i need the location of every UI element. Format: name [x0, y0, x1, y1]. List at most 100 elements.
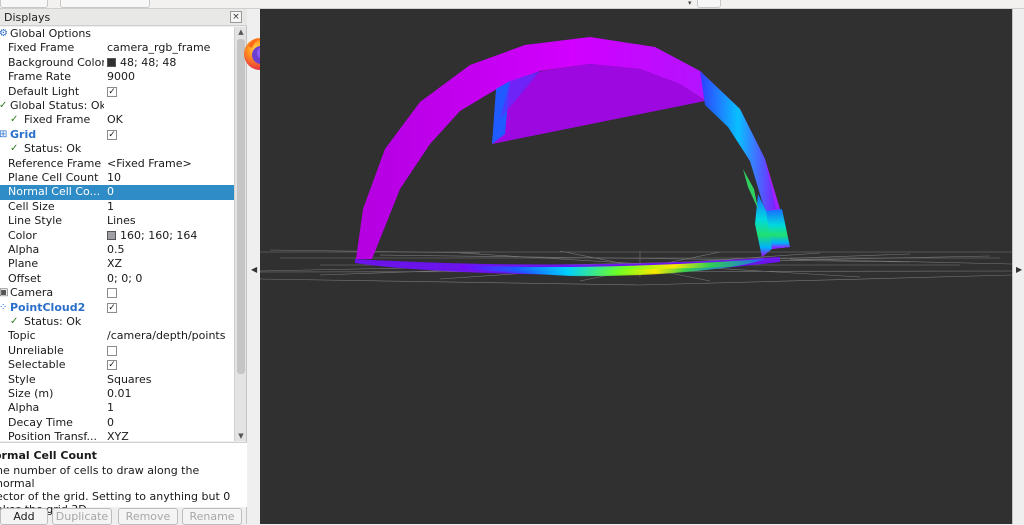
- toolbar-dropdown[interactable]: [697, 0, 721, 8]
- tree-key: Background Color: [8, 55, 104, 69]
- tree-value[interactable]: 10: [107, 171, 121, 185]
- tree-row[interactable]: ✓ Fixed Frame OK: [0, 113, 234, 127]
- tree-key: Default Light: [8, 84, 80, 98]
- tree-row[interactable]: Style Squares: [0, 373, 234, 387]
- tree-row[interactable]: ✓ Status: Ok: [0, 142, 234, 156]
- right-panel-edge: ▶: [1012, 9, 1024, 524]
- tree-value[interactable]: camera_rgb_frame: [107, 41, 210, 55]
- tree-key: PointCloud2: [10, 300, 86, 314]
- tree-value-text: 0; 0; 0: [107, 271, 143, 285]
- tree-key: Global Options: [10, 27, 92, 40]
- tree-row[interactable]: ⊞ Grid ✓: [0, 128, 234, 142]
- tree-value[interactable]: Squares: [107, 373, 151, 387]
- tree-value[interactable]: OK: [107, 113, 123, 127]
- tree-row[interactable]: Background Color 48; 48; 48: [0, 56, 234, 70]
- tree-value-text: 1: [107, 199, 114, 213]
- tree-row[interactable]: Offset 0; 0; 0: [0, 272, 234, 286]
- tree-value[interactable]: /camera/depth/points: [107, 329, 225, 343]
- tree-key: Unreliable: [8, 343, 64, 357]
- tree-key: Normal Cell Co...: [8, 185, 101, 199]
- help-panel: ormal Cell Count he number of cells to d…: [0, 442, 247, 516]
- tree-value-text: XZ: [107, 257, 123, 271]
- checkbox[interactable]: [107, 345, 117, 356]
- tree-row[interactable]: Alpha 0.5: [0, 243, 234, 257]
- close-icon[interactable]: ×: [230, 11, 242, 23]
- tree-key: Reference Frame: [8, 156, 102, 170]
- scrollbar-thumb[interactable]: [237, 39, 245, 374]
- tree-row[interactable]: Alpha 1: [0, 401, 234, 415]
- tree-row[interactable]: Position Transf... XYZ: [0, 430, 234, 441]
- toolbar-button[interactable]: [60, 0, 150, 8]
- tree-row[interactable]: Topic/camera/depth/points: [0, 329, 234, 343]
- panel-header: Displays ×: [0, 9, 247, 26]
- tree-value-text: /camera/depth/points: [107, 329, 226, 343]
- expand-right-panel-icon[interactable]: ▶: [1016, 265, 1022, 274]
- toolbar-button[interactable]: [0, 0, 48, 8]
- tree-row[interactable]: Unreliable: [0, 344, 234, 358]
- grid-icon: ⊞: [0, 128, 8, 140]
- checkbox[interactable]: ✓: [107, 360, 117, 371]
- checkbox[interactable]: ✓: [107, 86, 117, 97]
- tree-value[interactable]: 0; 0; 0: [107, 272, 142, 286]
- tree-row[interactable]: ✓ Status: Ok: [0, 315, 234, 329]
- tree-row[interactable]: Fixed Frame camera_rgb_frame: [0, 41, 234, 55]
- tree-value[interactable]: 0: [107, 416, 114, 430]
- collapse-left-panel-icon[interactable]: ◀: [251, 265, 257, 274]
- checkbox[interactable]: [107, 288, 117, 299]
- tree-row[interactable]: ✓ Global Status: Ok: [0, 99, 234, 113]
- tree-row[interactable]: Normal Cell Co... 0: [0, 185, 234, 200]
- add-button[interactable]: Add: [0, 508, 48, 525]
- tree-row[interactable]: Cell Size 1: [0, 200, 234, 214]
- tree-row[interactable]: Size (m) 0.01: [0, 387, 234, 401]
- tree-row[interactable]: Frame Rate 9000: [0, 70, 234, 84]
- tree-row[interactable]: ⁘PointCloud2 ✓: [0, 301, 234, 315]
- tree-row[interactable]: Color 160; 160; 164: [0, 229, 234, 243]
- tree-row[interactable]: Selectable ✓: [0, 358, 234, 372]
- tree-value[interactable]: 1: [107, 401, 114, 415]
- tree-value[interactable]: 9000: [107, 70, 135, 84]
- tree-row[interactable]: Plane Cell Count 10: [0, 171, 234, 185]
- tree-row[interactable]: ▣ Camera: [0, 286, 234, 300]
- tree-row[interactable]: ⚙ Global Options: [0, 27, 234, 41]
- tree-value[interactable]: 0.01: [107, 387, 132, 401]
- tree-row[interactable]: Reference Frame <Fixed Frame>: [0, 157, 234, 171]
- checkbox[interactable]: ✓: [107, 129, 117, 140]
- checkmark-icon: ✓: [10, 316, 19, 327]
- rename-button[interactable]: Rename: [182, 508, 242, 525]
- panel-title: Displays: [4, 11, 51, 24]
- tree-key: Line Style: [8, 214, 63, 228]
- tree-value[interactable]: 160; 160; 164: [107, 229, 197, 243]
- tree-value[interactable]: 1: [107, 200, 114, 214]
- tree-value-text: XYZ: [107, 430, 129, 441]
- remove-button[interactable]: Remove: [118, 508, 178, 525]
- tree-value[interactable]: 48; 48; 48: [107, 56, 176, 70]
- top-toolbar: ▾: [0, 0, 1024, 9]
- tree-row[interactable]: Decay Time 0: [0, 416, 234, 430]
- tree-value-text: camera_rgb_frame: [107, 41, 211, 55]
- property-tree[interactable]: ⚙ Global Options Fixed Frame camera_rgb_fra…: [0, 27, 234, 441]
- tree-row[interactable]: Default Light ✓: [0, 85, 234, 99]
- tree-value[interactable]: <Fixed Frame>: [107, 157, 192, 171]
- tree-value-text: Lines: [107, 214, 136, 228]
- tree-row[interactable]: Plane XZ: [0, 257, 234, 271]
- scroll-down-icon[interactable]: ▼: [235, 431, 247, 441]
- tree-key: Global Status: Ok: [10, 99, 104, 112]
- viewport-scene[interactable]: [260, 9, 1012, 524]
- tree-value[interactable]: XYZ: [107, 430, 129, 441]
- 3d-viewport[interactable]: ◀: [260, 9, 1012, 524]
- tree-value-text: Squares: [107, 372, 152, 386]
- tree-value[interactable]: Lines: [107, 214, 136, 228]
- vertical-scrollbar[interactable]: ▲ ▼: [234, 27, 246, 441]
- tree-value[interactable]: 0.5: [107, 243, 125, 257]
- checkbox[interactable]: ✓: [107, 302, 117, 313]
- tree-row[interactable]: Line Style Lines: [0, 214, 234, 228]
- tree-value-text: 0: [107, 415, 114, 429]
- dropdown-caret-icon[interactable]: ▾: [688, 0, 692, 7]
- tree-value[interactable]: XZ: [107, 257, 122, 271]
- tree-value[interactable]: 0: [107, 185, 114, 199]
- duplicate-button[interactable]: Duplicate: [52, 508, 112, 525]
- pointcloud-arch: [356, 37, 790, 259]
- tree-key: Cell Size: [8, 199, 55, 213]
- tree-key: Status: Ok: [24, 142, 82, 156]
- tree-key: Frame Rate: [8, 70, 71, 84]
